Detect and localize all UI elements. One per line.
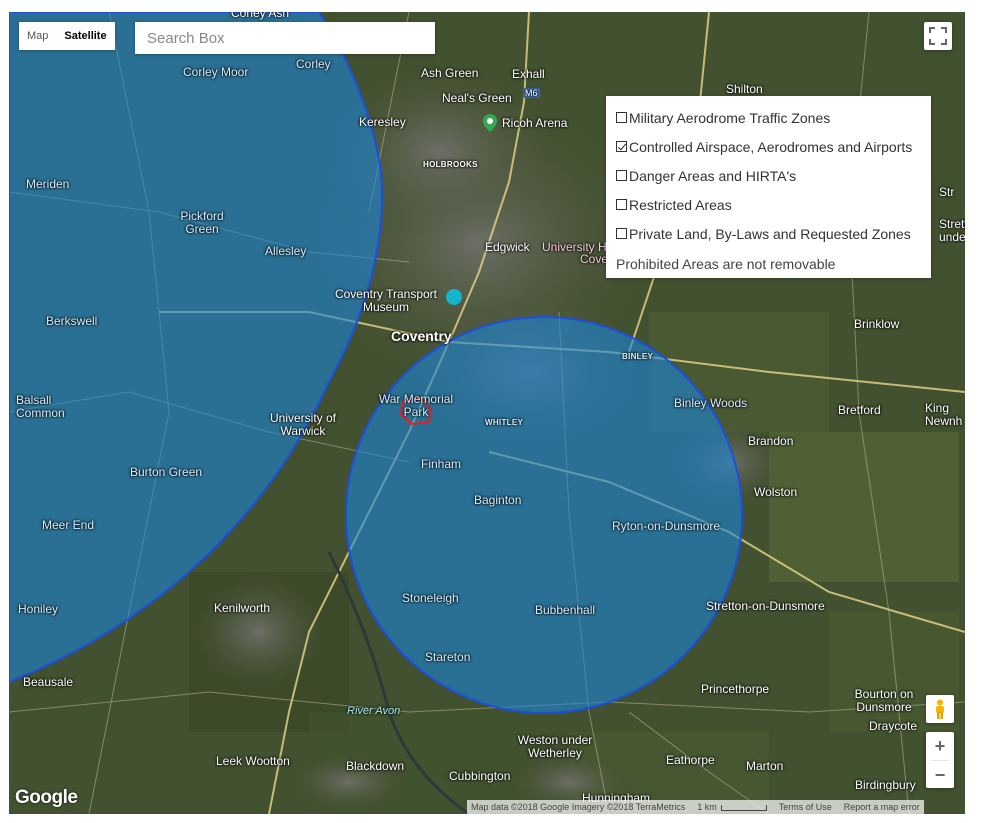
place-label: Pickford Green	[180, 209, 224, 236]
layer-label: Danger Areas and HIRTA's	[629, 167, 797, 184]
scale-label: 1 km	[697, 802, 717, 812]
street-view-button[interactable]	[926, 695, 954, 723]
place-label: Brinklow	[854, 317, 900, 331]
place-label: Cubbington	[449, 769, 511, 783]
place-label: Draycote	[869, 719, 918, 733]
map-type-satellite-button[interactable]: Satellite	[56, 22, 115, 50]
place-label: Exhall	[512, 67, 545, 81]
place-label: Stareton	[425, 650, 471, 664]
attribution-bar: Map data ©2018 Google Imagery ©2018 Terr…	[467, 800, 924, 814]
place-label: Ricoh Arena	[502, 116, 568, 130]
layer-private-land[interactable]: Private Land, By-Laws and Requested Zone…	[616, 219, 921, 248]
layer-checkbox[interactable]	[616, 112, 627, 123]
search-input[interactable]	[135, 22, 435, 54]
layer-restricted-areas[interactable]: Restricted Areas	[616, 190, 921, 219]
place-label: Shilton	[726, 82, 763, 96]
map-data-attribution: Map data ©2018 Google Imagery ©2018 Terr…	[471, 802, 686, 812]
layer-label: Restricted Areas	[629, 196, 732, 213]
place-label: Ryton-on-Dunsmore	[612, 519, 721, 533]
place-label: Bretford	[838, 403, 881, 417]
layer-controlled-airspace[interactable]: Controlled Airspace, Aerodromes and Airp…	[616, 132, 921, 161]
layer-checkbox[interactable]	[616, 141, 627, 152]
place-label: Kenilworth	[214, 601, 271, 615]
place-label: Coventry Transport Museum	[334, 287, 438, 314]
place-label: King Newnh	[925, 401, 963, 428]
zoom-out-button[interactable]: −	[926, 761, 954, 789]
place-label: Bourton on Dunsmore	[854, 687, 914, 714]
place-label: Binley Woods	[674, 396, 748, 410]
place-label: Leek Wootton	[216, 754, 290, 768]
place-label: WHITLEY	[485, 418, 524, 427]
place-label: Stoneleigh	[402, 591, 459, 605]
place-label: Brandon	[748, 434, 794, 448]
map-type-map-button[interactable]: Map	[19, 22, 57, 50]
scale-bar	[720, 804, 767, 811]
place-label: Edgwick	[485, 240, 530, 254]
report-error-link[interactable]: Report a map error	[844, 802, 920, 812]
zoom-in-button[interactable]: +	[926, 732, 954, 760]
place-label: Honiley	[18, 602, 59, 616]
pegman-icon	[936, 699, 944, 719]
museum-icon[interactable]	[446, 289, 462, 305]
layer-danger-areas[interactable]: Danger Areas and HIRTA's	[616, 161, 921, 190]
place-label: Beausale	[23, 675, 74, 689]
controlled-airspace-zone-coventry-airport[interactable]	[345, 316, 743, 714]
place-label: Birdingbury	[855, 778, 916, 792]
layer-label: Military Aerodrome Traffic Zones	[629, 109, 831, 126]
place-label: Corley Ash	[231, 12, 290, 20]
place-label: HOLBROOKS	[423, 160, 478, 169]
place-label: Eathorpe	[666, 753, 715, 767]
place-label: Wolston	[754, 485, 798, 499]
place-label: Balsall Common	[16, 393, 65, 420]
place-label: War Memorial Park	[378, 392, 454, 419]
layer-label: Private Land, By-Laws and Requested Zone…	[629, 225, 911, 242]
airspace-layer-panel: Military Aerodrome Traffic Zones Control…	[606, 96, 931, 278]
place-label: Baginton	[474, 493, 522, 507]
terms-link[interactable]: Terms of Use	[779, 802, 832, 812]
stadium-icon[interactable]	[483, 114, 497, 132]
map-canvas[interactable]: Corley Ash Corley Corley Moor Ash Green …	[9, 12, 965, 814]
motorway-shield: M6	[523, 88, 540, 98]
place-label: Meer End	[42, 518, 95, 532]
fullscreen-button[interactable]	[924, 22, 952, 50]
place-label: Stretton-on-Dunsmore	[706, 599, 825, 613]
place-label: Coventry	[391, 328, 452, 344]
place-label: Corley Moor	[183, 65, 249, 79]
place-label: Str	[939, 185, 955, 199]
place-label: Ash Green	[421, 66, 479, 80]
place-label: Corley	[296, 57, 331, 71]
layer-checkbox[interactable]	[616, 170, 627, 181]
place-label: Allesley	[265, 244, 307, 258]
place-label: River Avon	[347, 705, 401, 717]
place-label: Stretton under Fo	[939, 218, 965, 244]
map-type-control: Map Satellite	[19, 22, 115, 50]
place-label: Weston under Wetherley	[517, 733, 593, 760]
place-label: Cove	[580, 252, 609, 266]
layer-checkbox[interactable]	[616, 199, 627, 210]
place-label: Finham	[421, 457, 462, 471]
place-label: Marton	[746, 759, 784, 773]
layer-military-aerodrome[interactable]: Military Aerodrome Traffic Zones	[616, 103, 921, 132]
layer-checkbox[interactable]	[616, 228, 627, 239]
place-label: Berkswell	[46, 314, 98, 328]
place-label: Meriden	[26, 177, 70, 191]
place-label: BINLEY	[622, 352, 654, 361]
place-label: Princethorpe	[701, 682, 770, 696]
place-label: Neal's Green	[442, 91, 512, 105]
scale-indicator[interactable]: 1 km	[697, 802, 767, 812]
place-label: Bubbenhall	[535, 603, 596, 617]
place-label: Blackdown	[346, 759, 405, 773]
google-logo: Google	[15, 787, 78, 808]
place-label: Burton Green	[130, 465, 203, 479]
place-label: University of Warwick	[269, 411, 337, 438]
place-label: Keresley	[359, 115, 406, 129]
prohibited-areas-note: Prohibited Areas are not removable	[616, 256, 836, 272]
fullscreen-icon	[929, 27, 947, 45]
layer-label: Controlled Airspace, Aerodromes and Airp…	[629, 138, 913, 155]
zoom-control: + −	[926, 732, 954, 788]
